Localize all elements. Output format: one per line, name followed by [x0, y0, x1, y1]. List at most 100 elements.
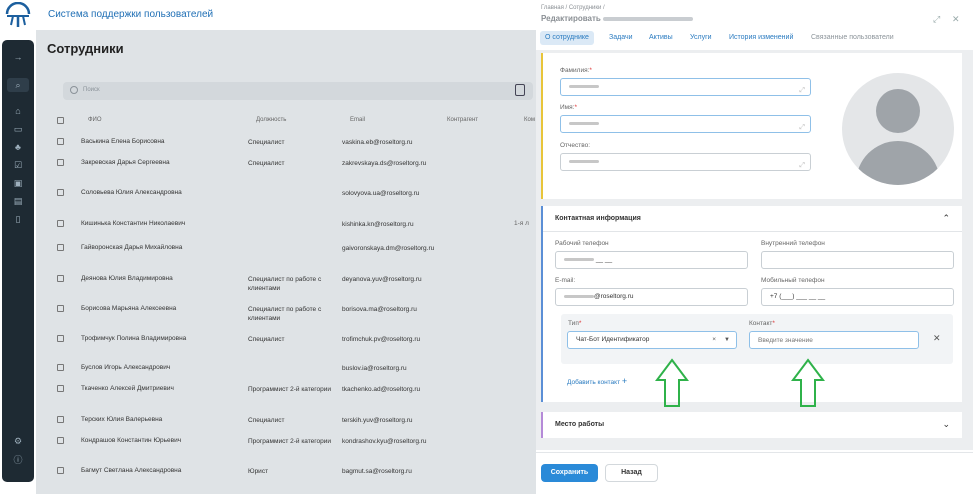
- add-contact-button[interactable]: Добавить контакт +: [567, 376, 627, 386]
- required-mark: *: [574, 104, 577, 111]
- back-button[interactable]: Назад: [605, 464, 658, 482]
- mobile-label: Мобильный телефон: [761, 277, 825, 284]
- lastname-label-text: Фамилия:: [560, 67, 590, 74]
- firstname-label-text: Имя:: [560, 104, 575, 111]
- search-input[interactable]: Поиск: [63, 82, 533, 100]
- row-checkbox[interactable]: [57, 467, 64, 474]
- chart-icon[interactable]: ▤: [11, 194, 25, 208]
- row-position: Юрист: [248, 468, 269, 475]
- row-checkbox[interactable]: [57, 437, 64, 444]
- avatar[interactable]: [842, 73, 954, 185]
- row-checkbox[interactable]: [57, 416, 64, 423]
- tab-about[interactable]: О сотруднике: [540, 31, 594, 45]
- search-placeholder: Поиск: [83, 87, 100, 93]
- select-all-checkbox[interactable]: [57, 117, 64, 124]
- middlename-field[interactable]: ⤢: [560, 153, 811, 171]
- caret-down-icon[interactable]: ▼: [724, 332, 730, 348]
- row-checkbox[interactable]: [57, 220, 64, 227]
- contact-row: Тип* Чат-Бот Идентификатор × ▼ Контакт* …: [561, 314, 953, 364]
- row-email: tkachenko.ad@roseltorg.ru: [342, 386, 421, 393]
- row-name: Ткаченко Алексей Дмитриевич: [81, 385, 174, 392]
- contact-label: Контакт*: [749, 320, 775, 327]
- row-email: gaivoronskaya.dm@roseltorg.ru: [342, 245, 435, 252]
- green-arrow-up-2: [791, 358, 825, 407]
- col-email[interactable]: Email: [350, 117, 365, 123]
- clear-icon[interactable]: ×: [712, 332, 716, 348]
- tab-assets[interactable]: Активы: [644, 31, 678, 45]
- tab-history[interactable]: История изменений: [724, 31, 798, 45]
- row-name: Терских Юлия Валерьевна: [81, 416, 163, 423]
- required-mark: *: [589, 67, 592, 74]
- row-checkbox[interactable]: [57, 364, 64, 371]
- monitor-icon[interactable]: ▭: [11, 122, 25, 136]
- row-name: Гайворонская Дарья Михайловна: [81, 244, 183, 251]
- work-phone-field[interactable]: __ __: [555, 251, 748, 269]
- row-checkbox[interactable]: [57, 385, 64, 392]
- work-phone-suffix: __ __: [595, 256, 613, 263]
- row-position: Программист 2-й категории: [248, 386, 332, 393]
- table-header: ФИО Должность Email Контрагент Ком: [54, 114, 536, 128]
- contact-input[interactable]: [749, 331, 919, 349]
- lastname-field[interactable]: ⤢: [560, 78, 811, 96]
- expand-arrow-icon[interactable]: →: [11, 50, 25, 64]
- settings-icon[interactable]: ⚙: [11, 434, 25, 448]
- book-icon[interactable]: ▯: [11, 212, 25, 226]
- workplace-card[interactable]: Место работы ⌄: [541, 412, 962, 438]
- col-contractor[interactable]: Контрагент: [447, 117, 478, 123]
- nav-rail: → ⌕ ⌂ ▭ ♣ ☑ ▣ ▤ ▯ ⚙ ⓘ: [2, 40, 34, 482]
- row-position: Специалист: [248, 336, 285, 343]
- tab-linked-users[interactable]: Связанные пользователи: [806, 31, 899, 45]
- employee-card: Фамилия:* ⤢ Имя:* ⤢ Отчество: ⤢: [541, 53, 962, 199]
- workplace-section-title: Место работы: [555, 421, 605, 428]
- doc-icon[interactable]: ▣: [11, 176, 25, 190]
- tab-tasks[interactable]: Задачи: [604, 31, 638, 45]
- search-nav-icon[interactable]: ⌕: [7, 78, 29, 92]
- row-email: trofimchuk.pv@roseltorg.ru: [342, 336, 421, 343]
- add-contact-label: Добавить контакт: [567, 379, 621, 386]
- close-icon[interactable]: ✕: [952, 14, 960, 25]
- panel-title: Редактировать: [541, 14, 694, 23]
- breadcrumb[interactable]: Главная / Сотрудники /: [541, 5, 605, 11]
- type-label: Тип*: [568, 320, 581, 327]
- row-checkbox[interactable]: [57, 159, 64, 166]
- row-email: vaskina.eb@roseltorg.ru: [342, 139, 413, 146]
- row-checkbox[interactable]: [57, 244, 64, 251]
- row-name: Борисова Марьяна Алексеевна: [81, 305, 177, 312]
- row-position: Специалист: [248, 417, 285, 424]
- email-field[interactable]: @roseltorg.ru: [555, 288, 748, 306]
- info-icon[interactable]: ⓘ: [11, 453, 25, 467]
- col-fio[interactable]: ФИО: [88, 117, 102, 123]
- row-extra: 1-я л: [514, 220, 529, 227]
- row-checkbox[interactable]: [57, 305, 64, 312]
- app-title: Система поддержки пользователей: [48, 9, 214, 20]
- mobile-field[interactable]: +7 (___) ___ __ __: [761, 288, 954, 306]
- chevron-up-icon[interactable]: ⌃: [942, 213, 950, 224]
- type-select[interactable]: Чат-Бот Идентификатор × ▼: [567, 331, 737, 349]
- email-label: E-mail:: [555, 277, 576, 284]
- left-sidebar: → ⌕ ⌂ ▭ ♣ ☑ ▣ ▤ ▯ ⚙ ⓘ: [0, 0, 36, 494]
- row-checkbox[interactable]: [57, 138, 64, 145]
- contact-card: Контактная информация ⌃ Рабочий телефон …: [541, 206, 962, 407]
- employees-page: Сотрудники Поиск ФИО Должность Email Кон…: [36, 30, 536, 494]
- col-extra[interactable]: Ком: [524, 117, 535, 123]
- tasks-icon[interactable]: ☑: [11, 158, 25, 172]
- col-position[interactable]: Должность: [256, 117, 286, 123]
- internal-phone-field[interactable]: [761, 251, 954, 269]
- expand-icon[interactable]: ⤢: [933, 14, 940, 25]
- remove-contact-icon[interactable]: ✕: [933, 333, 941, 344]
- tab-services[interactable]: Услуги: [685, 31, 717, 45]
- row-checkbox[interactable]: [57, 335, 64, 342]
- panel-title-text: Редактировать: [541, 14, 601, 23]
- export-icon[interactable]: [515, 84, 525, 96]
- type-label-text: Тип: [568, 320, 579, 327]
- page-title: Сотрудники: [47, 41, 124, 56]
- firstname-field[interactable]: ⤢: [560, 115, 811, 133]
- row-checkbox[interactable]: [57, 189, 64, 196]
- chevron-down-icon[interactable]: ⌄: [942, 419, 950, 430]
- green-arrow-up-1: [655, 358, 689, 407]
- save-button[interactable]: Сохранить: [541, 464, 598, 482]
- row-checkbox[interactable]: [57, 275, 64, 282]
- users-icon[interactable]: ♣: [11, 140, 25, 154]
- email-value: @roseltorg.ru: [594, 293, 634, 300]
- home-icon[interactable]: ⌂: [11, 104, 25, 118]
